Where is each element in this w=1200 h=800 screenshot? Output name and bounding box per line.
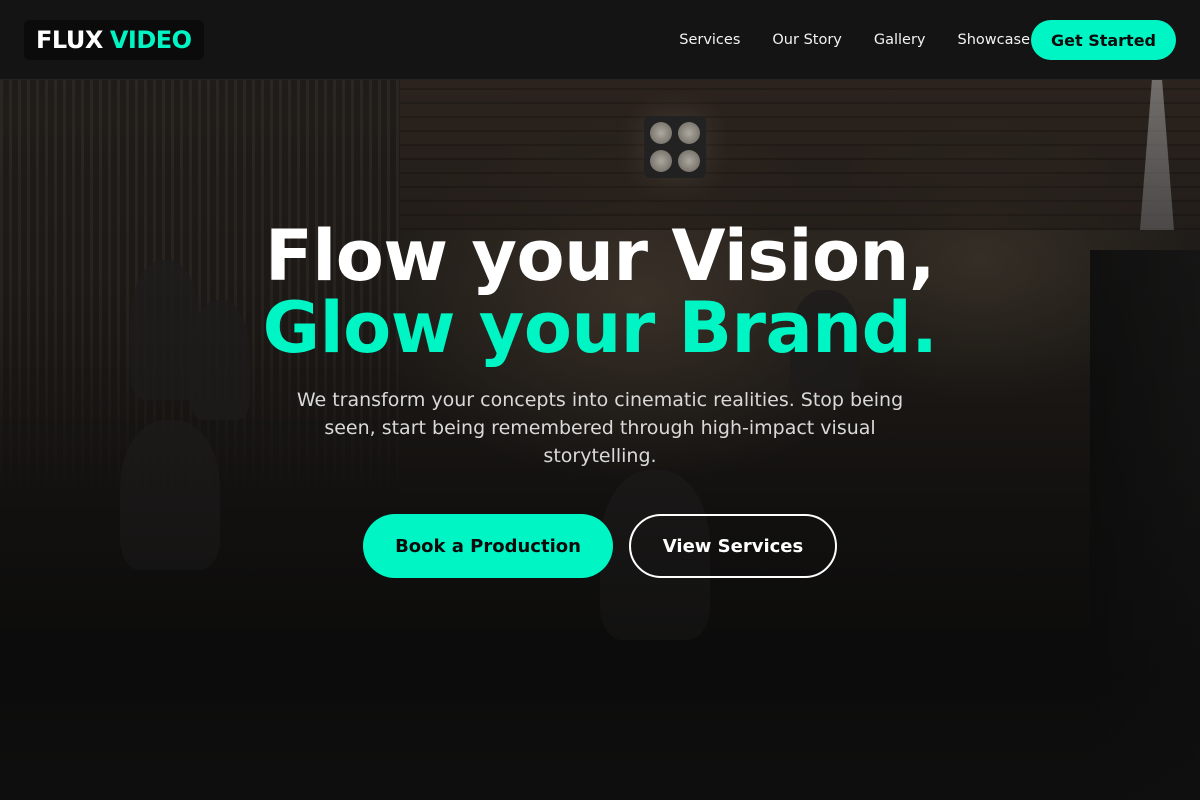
main-nav: Services Our Story Gallery Showcase [679, 0, 1030, 80]
headline-line-1: Flow your Vision, [264, 215, 936, 297]
hero-headline: Flow your Vision, Glow your Brand. [0, 220, 1200, 364]
logo-text-flux: FLUX [36, 26, 103, 54]
hero-actions: Book a Production View Services [0, 514, 1200, 578]
logo[interactable]: FLUX VIDEO [24, 20, 204, 60]
logo-text-video: VIDEO [109, 26, 192, 54]
landing-page: FLUX VIDEO Services Our Story Gallery Sh… [0, 0, 1200, 800]
nav-link-showcase[interactable]: Showcase [958, 32, 1030, 48]
book-production-button[interactable]: Book a Production [363, 514, 613, 578]
view-services-button[interactable]: View Services [629, 514, 837, 578]
get-started-button[interactable]: Get Started [1031, 20, 1176, 60]
hero-subtitle: We transform your concepts into cinemati… [296, 389, 904, 467]
nav-link-gallery[interactable]: Gallery [874, 32, 926, 48]
nav-link-services[interactable]: Services [679, 32, 740, 48]
headline-line-2: Glow your Brand. [262, 287, 938, 369]
nav-link-our-story[interactable]: Our Story [772, 32, 841, 48]
site-header: FLUX VIDEO Services Our Story Gallery Sh… [0, 0, 1200, 80]
hero-section: Flow your Vision, Glow your Brand. We tr… [0, 220, 1200, 470]
